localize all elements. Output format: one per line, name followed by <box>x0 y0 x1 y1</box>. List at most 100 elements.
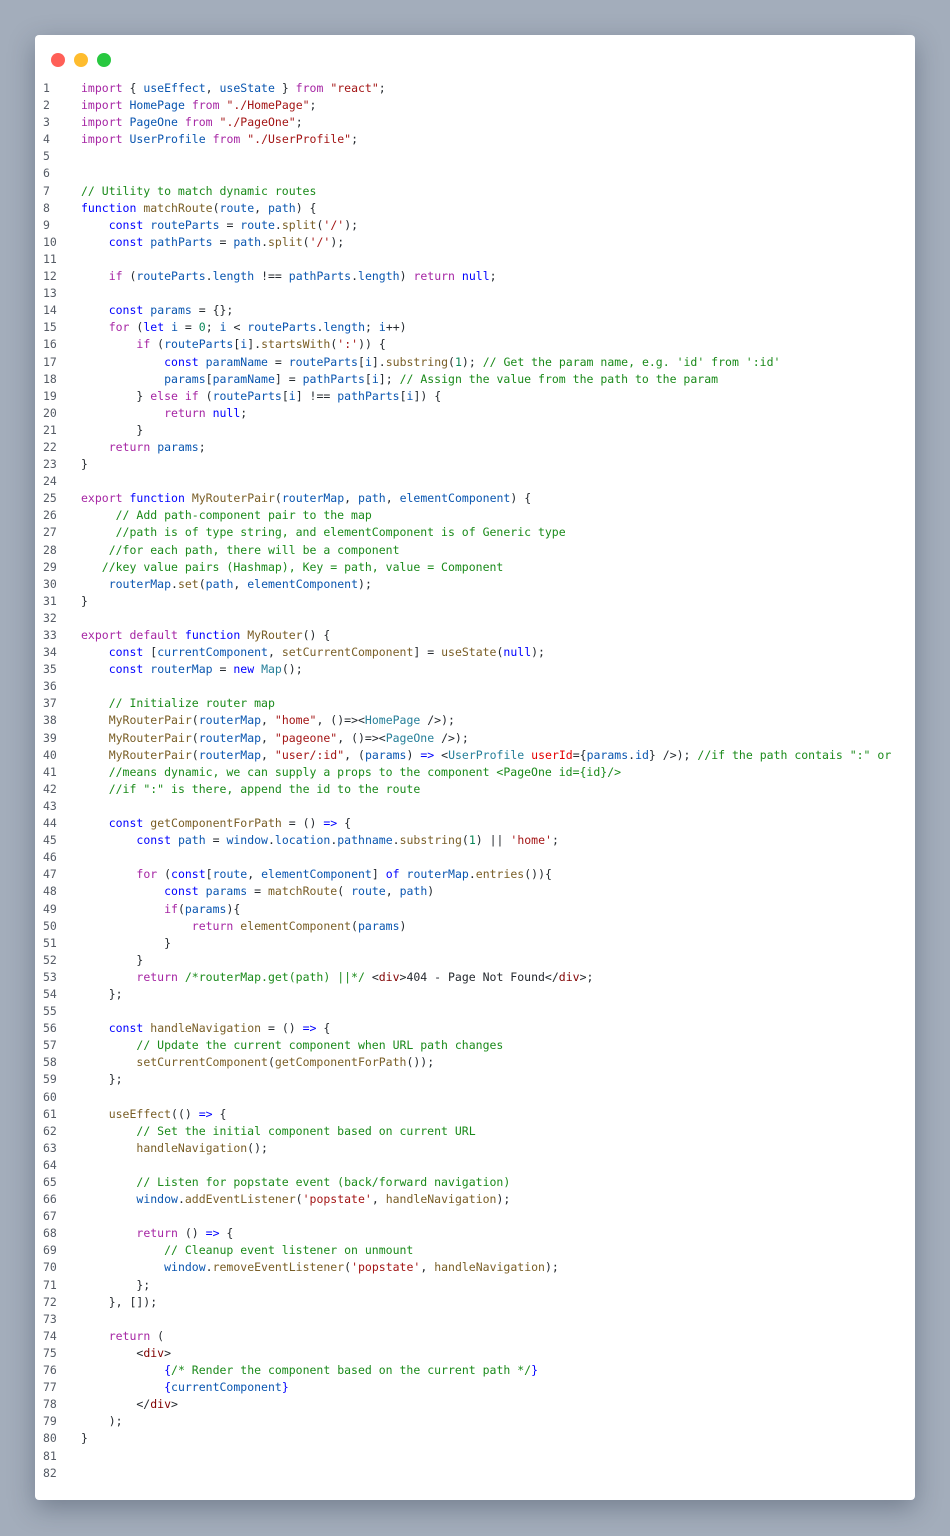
code-token: ( <box>351 918 358 933</box>
code-token: , <box>420 1260 435 1275</box>
code-token: "home" <box>274 713 317 728</box>
code-token: elementComponent <box>247 576 359 591</box>
code-line: 48 const params = matchRoute( route, pat… <box>35 883 915 900</box>
code-token: params <box>364 747 407 762</box>
line-number: 18 <box>43 371 57 386</box>
code-line: 39 MyRouterPair(routerMap, "pageone", ()… <box>35 730 915 747</box>
code-text: }; <box>81 986 123 1003</box>
code-line: 32 <box>35 610 915 627</box>
code-token: route <box>240 217 275 232</box>
line-number: 65 <box>43 1175 57 1189</box>
code-token: elementComponent <box>399 491 511 506</box>
code-line: 79 ); <box>35 1413 915 1430</box>
code-text: } <box>81 422 143 439</box>
code-line: 12 if (routeParts.length !== pathParts.l… <box>35 268 915 285</box>
code-token: = () <box>281 816 324 831</box>
code-token: ; <box>351 132 359 147</box>
code-line: 66 window.addEventListener('popstate', h… <box>35 1191 915 1208</box>
code-token: of <box>385 867 400 882</box>
line-number: 7 <box>43 183 50 198</box>
zoom-dot-icon[interactable] <box>97 53 111 67</box>
code-token: if <box>108 269 123 284</box>
line-number: 3 <box>43 115 50 130</box>
code-token: ( <box>150 1328 165 1343</box>
code-token: ) <box>406 747 421 762</box>
code-line: 13 <box>35 285 915 302</box>
code-line: 63 handleNavigation(); <box>35 1140 915 1157</box>
code-token: ( <box>157 867 172 882</box>
code-token: id <box>635 747 649 762</box>
code-line: 57 // Update the current component when … <box>35 1037 915 1054</box>
code-text: return params; <box>81 439 206 456</box>
code-token: => <box>302 1021 317 1036</box>
line-number: 9 <box>43 217 50 232</box>
code-token: i <box>371 371 379 386</box>
code-token: if <box>136 337 151 352</box>
code-token: div <box>558 969 580 984</box>
code-token: . <box>171 576 178 591</box>
close-dot-icon[interactable] <box>51 53 65 67</box>
code-token: !== <box>254 269 289 284</box>
code-text: const path = window.location.pathname.su… <box>81 832 558 849</box>
code-line: 18 params[paramName] = pathParts[i]; // … <box>35 371 915 388</box>
code-line: 11 <box>35 251 915 268</box>
code-token: { <box>337 816 352 831</box>
code-token: removeEventListener <box>212 1260 345 1275</box>
code-token: MyRouterPair <box>108 730 192 745</box>
code-editor[interactable]: 1 import { useEffect, useState } from "re… <box>35 80 915 1482</box>
code-token: ); <box>461 354 483 369</box>
code-token: ':' <box>337 337 359 352</box>
code-token: [ <box>281 388 289 403</box>
code-text: const params = {}; <box>81 302 234 319</box>
code-text: }, []); <box>81 1294 157 1311</box>
code-text: } <box>81 593 88 610</box>
code-token: [ <box>205 371 213 386</box>
code-line: 51 } <box>35 935 915 952</box>
code-text: const pathParts = path.split('/'); <box>81 234 345 251</box>
code-line: 22 return params; <box>35 439 915 456</box>
code-text: <div> <box>81 1345 171 1362</box>
code-token: from <box>212 132 241 147</box>
code-token: div <box>378 969 400 984</box>
code-text: } else if (routeParts[i] !== pathParts[i… <box>81 388 441 405</box>
code-token: pathParts <box>288 269 352 284</box>
code-token: export <box>81 491 123 506</box>
code-token: // Assign the value from the path to the… <box>399 371 719 386</box>
code-token: return <box>413 269 455 284</box>
code-text: function matchRoute(route, path) { <box>81 200 316 217</box>
code-token: useState <box>441 645 497 660</box>
code-line: 49 if(params){ <box>35 901 915 918</box>
code-token: const <box>108 217 144 232</box>
code-token: () { <box>302 628 331 642</box>
line-number: 73 <box>43 1311 57 1326</box>
code-token: routeParts <box>212 388 282 403</box>
code-line: 55 <box>35 1003 915 1020</box>
code-token: UserProfile <box>129 132 206 147</box>
minimize-dot-icon[interactable] <box>74 53 88 67</box>
code-token: </ <box>81 1397 151 1412</box>
code-line: 64 <box>35 1157 915 1174</box>
code-line: 9 const routeParts = route.split('/'); <box>35 217 915 234</box>
line-number: 25 <box>43 491 57 506</box>
code-token: , <box>261 747 275 762</box>
code-line: 7 // Utility to match dynamic routes <box>35 183 915 200</box>
code-token: export <box>81 628 123 642</box>
code-token: ( <box>150 337 165 352</box>
code-text: {/* Render the component based on the cu… <box>81 1362 538 1379</box>
code-token: ( <box>461 833 469 848</box>
code-token: > <box>171 1397 178 1412</box>
code-token: } <box>81 935 172 950</box>
code-text: {currentComponent} <box>81 1379 289 1396</box>
